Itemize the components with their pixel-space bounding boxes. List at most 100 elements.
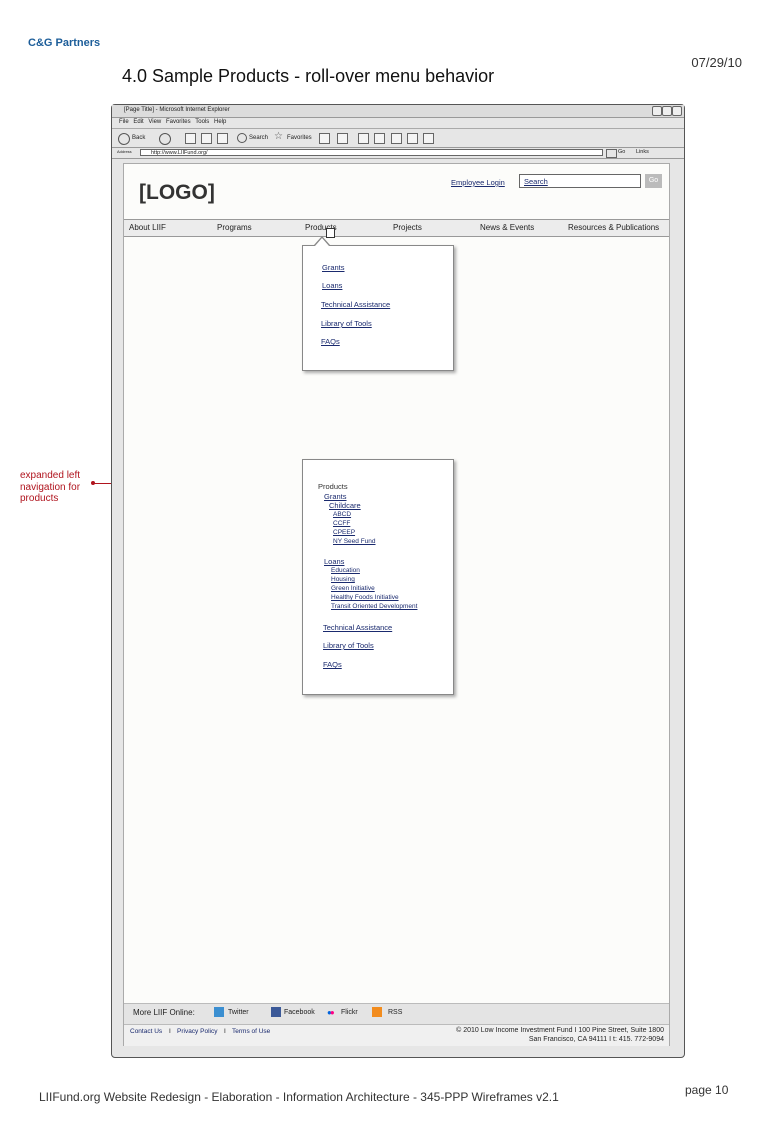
products-dropdown: Grants Loans Technical Assistance Librar… [302, 245, 454, 371]
facebook-icon[interactable] [271, 1007, 281, 1017]
expanded-left-nav: Products Grants Childcare ABCD CCFF CPEE… [302, 459, 454, 695]
leftnav-ny-seed-fund[interactable]: NY Seed Fund [333, 538, 376, 545]
research-icon[interactable] [423, 133, 434, 144]
flickr-link[interactable]: Flickr [341, 1009, 358, 1016]
leftnav-healthy-foods-initiative[interactable]: Healthy Foods Initiative [331, 594, 399, 601]
maximize-icon[interactable] [662, 106, 672, 116]
nav-projects[interactable]: Projects [393, 223, 422, 232]
favorites-toolbar-label[interactable]: Favorites [287, 135, 312, 141]
browser-menubar: File Edit View Favorites Tools Help [112, 118, 684, 129]
close-icon[interactable] [672, 106, 682, 116]
leftnav-technical-assistance[interactable]: Technical Assistance [323, 623, 392, 632]
search-icon[interactable] [237, 133, 247, 143]
window-title: [Page Title] - Microsoft Internet Explor… [124, 107, 230, 113]
refresh-icon[interactable] [201, 133, 212, 144]
dropdown-grants[interactable]: Grants [322, 263, 345, 272]
mail-icon[interactable] [337, 133, 348, 144]
url-text[interactable]: http://www.LIIFund.org/ [151, 150, 208, 156]
leftnav-education[interactable]: Education [331, 567, 360, 574]
main-nav: About LIIF Programs Products Projects Ne… [124, 219, 669, 237]
back-icon[interactable] [118, 133, 130, 145]
mouse-cursor-icon [326, 228, 335, 238]
copyright-line-1: © 2010 Low Income Investment Fund I 100 … [456, 1027, 664, 1034]
nav-news-events[interactable]: News & Events [480, 223, 534, 232]
leftnav-abcd[interactable]: ABCD [333, 511, 351, 518]
star-icon[interactable]: ☆ [274, 131, 283, 142]
site-logo[interactable]: [LOGO] [139, 181, 215, 205]
browser-window: [Page Title] - Microsoft Internet Explor… [111, 104, 685, 1058]
employee-login-link[interactable]: Employee Login [451, 178, 505, 187]
menu-file[interactable]: File [119, 119, 129, 125]
history-icon[interactable] [319, 133, 330, 144]
leftnav-faqs[interactable]: FAQs [323, 660, 342, 669]
leftnav-transit-oriented-development[interactable]: Transit Oriented Development [331, 603, 417, 610]
dropdown-library-of-tools[interactable]: Library of Tools [321, 319, 372, 328]
leftnav-grants[interactable]: Grants [324, 492, 347, 501]
menu-view[interactable]: View [148, 119, 161, 125]
facebook-link[interactable]: Facebook [284, 1009, 315, 1016]
leftnav-childcare[interactable]: Childcare [329, 501, 361, 510]
leftnav-heading[interactable]: Products [318, 482, 348, 491]
social-label: More LIIF Online: [133, 1008, 195, 1017]
footer-terms-of-use[interactable]: Terms of Use [232, 1028, 270, 1035]
forward-icon[interactable] [159, 133, 171, 145]
address-label: Address [117, 149, 132, 154]
leftnav-ccff[interactable]: CCFF [333, 520, 350, 527]
page-number: page 10 [685, 1083, 729, 1097]
rss-icon[interactable] [372, 1007, 382, 1017]
menu-help[interactable]: Help [214, 119, 226, 125]
links-label[interactable]: Links [636, 149, 649, 155]
dropdown-caret-fill [315, 238, 329, 246]
search-input[interactable]: Search [519, 174, 641, 188]
discuss-icon[interactable] [391, 133, 402, 144]
twitter-link[interactable]: Twitter [228, 1009, 249, 1016]
leftnav-cpeep[interactable]: CPEEP [333, 529, 355, 536]
dropdown-faqs[interactable]: FAQs [321, 337, 340, 346]
copyright-line-2: San Francisco, CA 94111 I t: 415. 772-90… [528, 1036, 664, 1043]
nav-about-liif[interactable]: About LIIF [129, 223, 166, 232]
menu-favorites[interactable]: Favorites [166, 119, 191, 125]
address-bar: Address http://www.LIIFund.org/ Go Links [112, 148, 684, 159]
rss-link[interactable]: RSS [388, 1009, 402, 1016]
print-icon[interactable] [358, 133, 369, 144]
footer-separator-2: I [224, 1028, 226, 1035]
leftnav-green-initiative[interactable]: Green Initiative [331, 585, 375, 592]
edit-icon[interactable] [374, 133, 385, 144]
leftnav-library-of-tools[interactable]: Library of Tools [323, 641, 374, 650]
nav-programs[interactable]: Programs [217, 223, 252, 232]
messenger-icon[interactable] [407, 133, 418, 144]
nav-resources-publications[interactable]: Resources & Publications [568, 223, 659, 232]
twitter-icon[interactable] [214, 1007, 224, 1017]
annotation-line-2: navigation for [20, 481, 81, 493]
site-footer: Contact Us I Privacy Policy I Terms of U… [124, 1024, 669, 1046]
leftnav-loans[interactable]: Loans [324, 557, 344, 566]
search-go-button[interactable]: Go [645, 174, 662, 188]
annotation-label: expanded left navigation for products [20, 470, 80, 505]
address-go[interactable]: Go [618, 149, 625, 155]
stop-icon[interactable] [185, 133, 196, 144]
menu-edit[interactable]: Edit [133, 119, 143, 125]
window-titlebar: [Page Title] - Microsoft Internet Explor… [112, 105, 684, 118]
company-name: C&G Partners [28, 37, 101, 49]
document-footer: LIIFund.org Website Redesign - Elaborati… [39, 1090, 559, 1104]
social-bar: More LIIF Online: Twitter Facebook ●● Fl… [124, 1003, 669, 1024]
minimize-icon[interactable] [652, 106, 662, 116]
annotation-line-3: products [20, 493, 59, 504]
menu-tools[interactable]: Tools [195, 119, 209, 125]
annotation-line-1: expanded left [20, 470, 81, 481]
home-icon[interactable] [217, 133, 228, 144]
footer-separator-1: I [169, 1028, 171, 1035]
annotation-dot-start [91, 481, 95, 485]
dropdown-technical-assistance[interactable]: Technical Assistance [321, 300, 390, 309]
footer-contact-us[interactable]: Contact Us [130, 1028, 162, 1035]
dropdown-loans[interactable]: Loans [322, 281, 342, 290]
footer-privacy-policy[interactable]: Privacy Policy [177, 1028, 217, 1035]
leftnav-housing[interactable]: Housing [331, 576, 355, 583]
flickr-icon[interactable]: ●● [327, 1008, 335, 1017]
address-input[interactable]: http://www.LIIFund.org/ [140, 149, 603, 156]
search-toolbar-label[interactable]: Search [249, 135, 268, 141]
go-arrow-icon[interactable] [606, 149, 617, 158]
back-label[interactable]: Back [132, 135, 145, 141]
document-date: 07/29/10 [691, 55, 742, 70]
web-page: [LOGO] Employee Login Search Go About LI… [123, 163, 670, 1046]
